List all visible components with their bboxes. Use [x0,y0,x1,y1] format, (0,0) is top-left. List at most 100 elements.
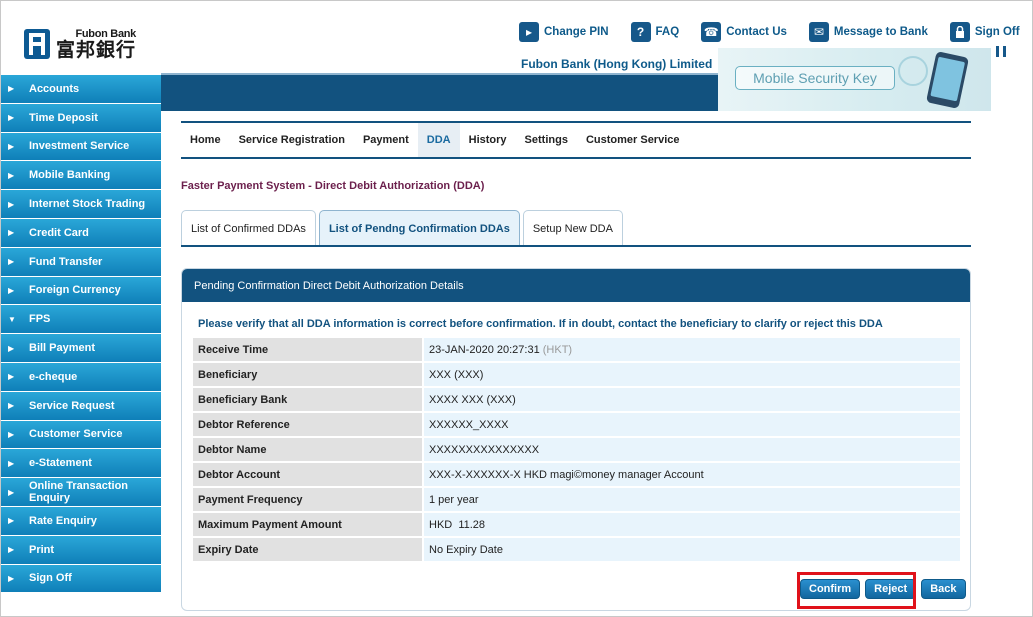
triangle-right-icon: ▶ [8,401,15,411]
debtor-reference-value: XXXXXX_XXXX [422,413,960,436]
tab-pending-confirmation-ddas[interactable]: List of Pendng Confirmation DDAs [318,210,520,246]
sidebar-item-label: Investment Service [29,140,130,153]
triangle-right-icon: ▶ [8,573,15,583]
tab-settings[interactable]: Settings [516,123,577,157]
fubon-logo-icon [24,29,50,59]
sidebar-item-label: Fund Transfer [29,255,103,268]
tab-payment[interactable]: Payment [354,123,418,157]
tab-dda[interactable]: DDA [417,123,460,157]
triangle-down-icon: ▼ [8,314,16,324]
message-to-bank-link[interactable]: ✉ Message to Bank [808,22,928,42]
bank-name: Fubon Bank (Hong Kong) Limited [521,57,713,71]
faq-label: FAQ [655,26,680,38]
faq-link[interactable]: ? FAQ [630,22,680,42]
sidebar-item-online-transaction-enquiry[interactable]: ▶ Online Transaction Enquiry [1,478,161,507]
sidebar-item-label: Bill Payment [29,342,96,355]
sidebar-item-label: FPS [29,313,51,326]
dda-details-panel: Pending Confirmation Direct Debit Author… [181,268,971,611]
tab-customer-service[interactable]: Customer Service [577,123,689,157]
question-icon: ? [630,22,651,42]
table-row: Maximum Payment Amount HKD 11.28 [193,513,960,536]
table-row: Expiry Date No Expiry Date [193,538,960,561]
sidebar-item-service-request[interactable]: ▶ Service Request [1,391,161,421]
sidebar-item-time-deposit[interactable]: ▶ Time Deposit [1,103,161,133]
tab-confirmed-ddas[interactable]: List of Confirmed DDAs [181,210,316,246]
triangle-right-icon: ▶ [8,343,15,353]
change-pin-link[interactable]: ▸ Change PIN [519,22,609,42]
triangle-right-icon: ▶ [8,113,15,123]
mobile-security-key-banner[interactable]: Mobile Security Key [718,48,991,111]
sidebar-item-label: Online Transaction Enquiry [29,480,129,505]
fubon-logo[interactable]: Fubon Bank 富邦銀行 [24,28,136,60]
sidebar-item-e-cheque[interactable]: ▶ e-cheque [1,362,161,392]
table-row: Beneficiary XXX (XXX) [193,363,960,386]
sidebar-item-label: Mobile Banking [29,169,111,182]
tab-home[interactable]: Home [181,123,230,157]
page-title: Faster Payment System - Direct Debit Aut… [181,180,485,192]
table-row: Payment Frequency 1 per year [193,488,960,511]
main-nav: Home Service Registration Payment DDA Hi… [181,121,971,159]
sidebar-item-fps[interactable]: ▼ FPS [1,305,161,335]
sidebar-item-label: Foreign Currency [29,284,121,297]
message-to-bank-label: Message to Bank [833,26,928,38]
triangle-right-icon: ▶ [8,516,15,526]
sidebar-item-rate-enquiry[interactable]: ▶ Rate Enquiry [1,506,161,536]
sidebar-menu: ▶ Accounts ▶ Time Deposit ▶ Investment Serv… [1,75,161,594]
sidebar-item-customer-service[interactable]: ▶ Customer Service [1,420,161,450]
sidebar-item-fund-transfer[interactable]: ▶ Fund Transfer [1,247,161,277]
sidebar-item-accounts[interactable]: ▶ Accounts [1,75,161,104]
sidebar-item-foreign-currency[interactable]: ▶ Foreign Currency [1,276,161,306]
contact-us-link[interactable]: ☎ Contact Us [701,22,787,42]
sidebar-item-label: Rate Enquiry [29,514,97,527]
sidebar-item-credit-card[interactable]: ▶ Credit Card [1,218,161,248]
table-row: Debtor Name XXXXXXXXXXXXXXX [193,438,960,461]
sidebar-item-sign-off[interactable]: ▶ Sign Off [1,564,161,594]
triangle-right-icon: ▶ [8,285,15,295]
sidebar-item-label: Service Request [29,399,115,412]
tab-service-registration[interactable]: Service Registration [230,123,354,157]
receive-time-text: 23-JAN-2020 20:27:31 [429,343,540,356]
sidebar-item-label: Print [29,543,55,556]
triangle-right-icon: ▶ [8,228,15,238]
triangle-right-icon: ▶ [8,141,15,151]
beneficiary-bank-label: Beneficiary Bank [193,388,422,411]
contact-us-label: Contact Us [726,26,787,38]
sidebar-item-label: e-cheque [29,370,78,383]
tab-history[interactable]: History [460,123,516,157]
triangle-right-icon: ▶ [8,199,15,209]
beneficiary-label: Beneficiary [193,363,422,386]
banner-title: Mobile Security Key [735,66,895,90]
debtor-name-value: XXXXXXXXXXXXXXX [422,438,960,461]
triangle-right-icon: ▶ [8,487,15,497]
sidebar-item-internet-stock-trading[interactable]: ▶ Internet Stock Trading [1,190,161,219]
sidebar-item-bill-payment[interactable]: ▶ Bill Payment [1,334,161,363]
sidebar-item-label: Credit Card [29,226,89,239]
sign-off-link[interactable]: Sign Off [949,22,1020,42]
tab-setup-new-dda[interactable]: Setup New DDA [522,210,623,246]
triangle-right-icon: ▶ [8,545,15,555]
back-button[interactable]: Back [921,579,966,599]
payment-frequency-label: Payment Frequency [193,488,422,511]
debtor-account-label: Debtor Account [193,463,422,486]
max-payment-amount-value: HKD 11.28 [422,513,960,536]
max-payment-amount-label: Maximum Payment Amount [193,513,422,536]
sidebar-item-mobile-banking[interactable]: ▶ Mobile Banking [1,161,161,191]
dda-details-table: Receive Time 23-JAN-2020 20:27:31 (HKT) … [193,336,960,563]
sidebar-item-print[interactable]: ▶ Print [1,535,161,565]
expiry-date-value: No Expiry Date [422,538,960,561]
receive-time-label: Receive Time [193,338,422,361]
expiry-date-label: Expiry Date [193,538,422,561]
triangle-right-icon: ▶ [8,257,15,267]
sidebar-item-e-statement[interactable]: ▶ e-Statement [1,449,161,479]
triangle-right-icon: ▶ [8,458,15,468]
sidebar-item-investment-service[interactable]: ▶ Investment Service [1,132,161,162]
sidebar-item-label: Internet Stock Trading [29,198,146,211]
top-links: ▸ Change PIN ? FAQ ☎ Contact Us ✉ Messag… [519,22,1020,42]
debtor-reference-label: Debtor Reference [193,413,422,436]
debtor-account-value: XXX-X-XXXXXX-X HKD magi©money manager Ac… [422,463,960,486]
envelope-icon: ✉ [808,22,829,42]
arrow-right-icon: ▸ [519,22,539,42]
payment-frequency-value: 1 per year [422,488,960,511]
pause-icon[interactable] [996,46,1006,57]
lock-icon [949,22,970,42]
